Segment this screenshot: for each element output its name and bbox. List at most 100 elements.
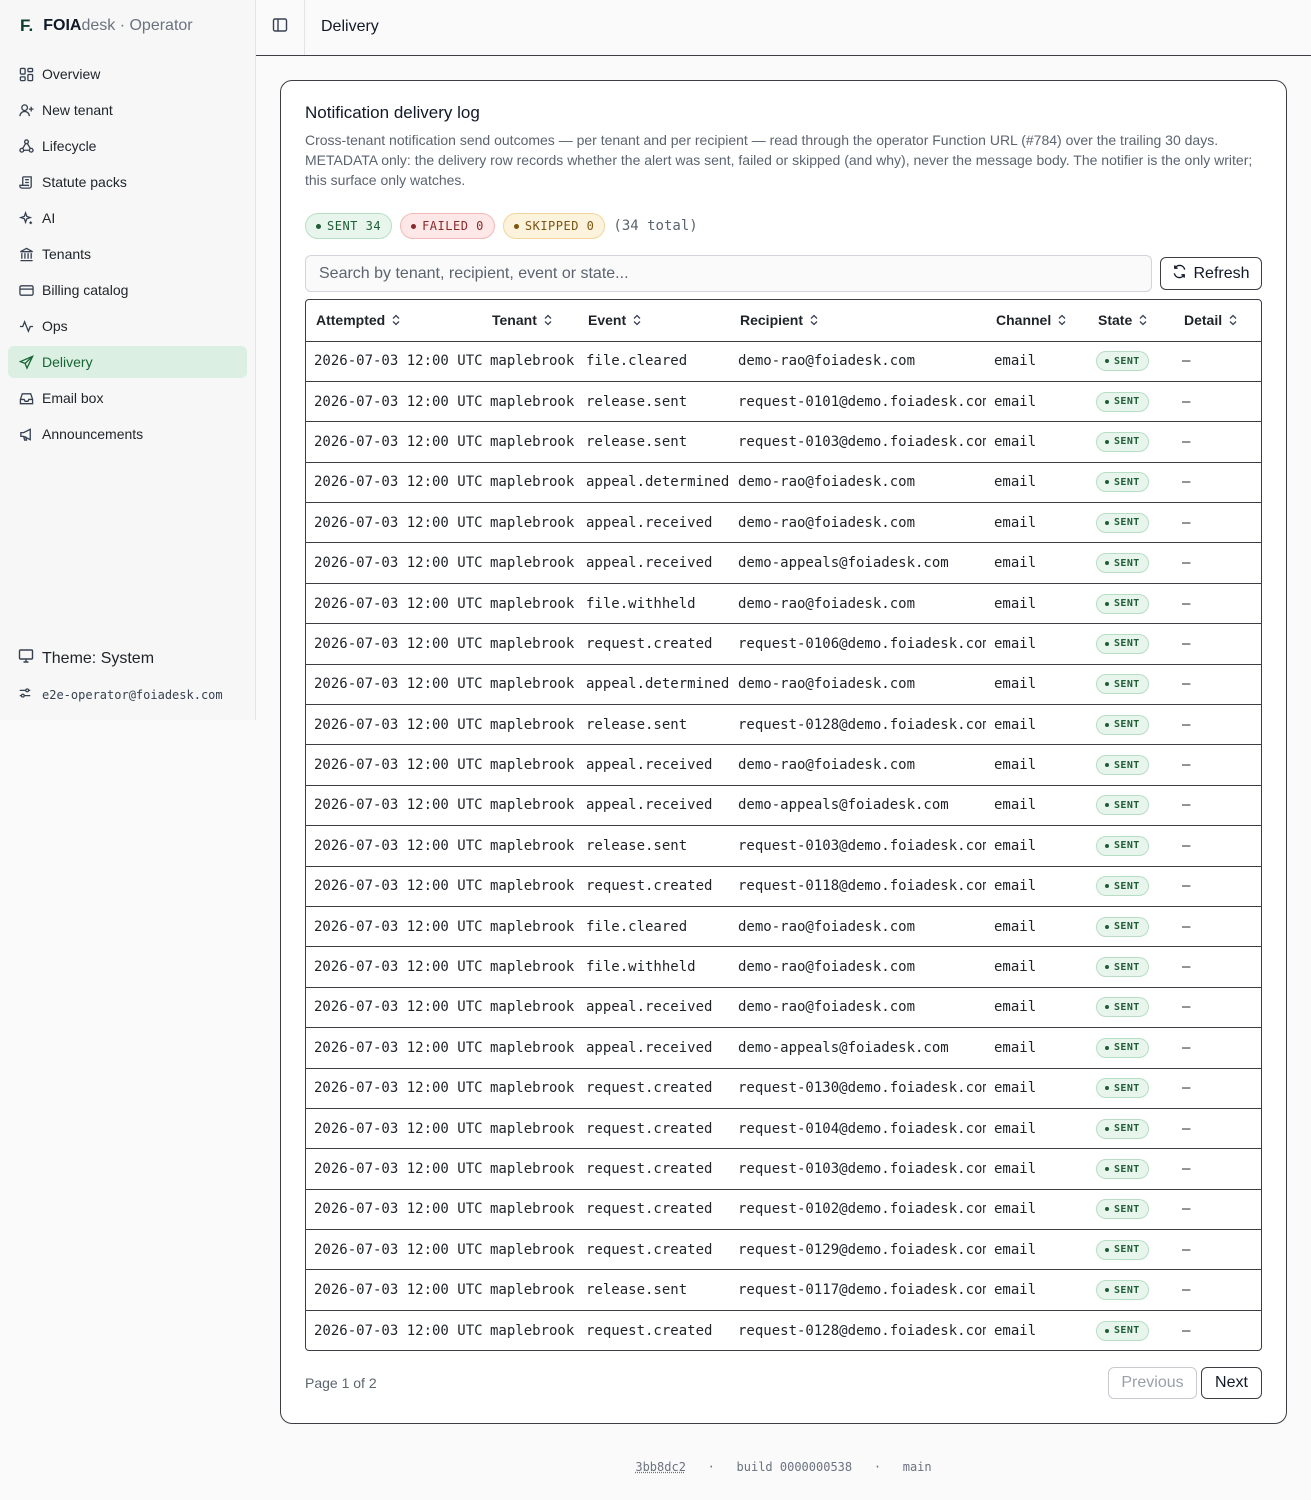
column-header-event[interactable]: Event <box>578 300 730 342</box>
cell-event: request.created <box>578 866 730 907</box>
previous-button[interactable]: Previous <box>1108 1367 1197 1399</box>
cell-state: SENT <box>1088 946 1174 988</box>
table-row[interactable]: 2026-07-03 12:00 UTC maplebrook request.cr… <box>306 1189 1261 1231</box>
sidebar-item-ops[interactable]: Ops <box>8 310 247 342</box>
cell-recipient: request-0117@demo.foiadesk.com <box>730 1269 986 1311</box>
cell-state: SENT <box>1088 1148 1174 1190</box>
table-row[interactable]: 2026-07-03 12:00 UTC maplebrook release.se… <box>306 381 1261 423</box>
sidebar-item-delivery[interactable]: Delivery <box>8 346 247 378</box>
cell-channel: email <box>986 542 1088 584</box>
cell-detail: — <box>1174 1189 1261 1231</box>
cell-recipient: demo-rao@foiadesk.com <box>730 583 986 625</box>
sidebar-item-label: Tenants <box>42 246 92 262</box>
table-row[interactable]: 2026-07-03 12:00 UTC maplebrook release.se… <box>306 704 1261 746</box>
sidebar-item-ai[interactable]: AI <box>8 202 247 234</box>
sidebar-item-announcements[interactable]: Announcements <box>8 418 247 450</box>
cell-attempted: 2026-07-03 12:00 UTC <box>306 1269 482 1311</box>
dot-icon <box>1105 1167 1109 1171</box>
state-badge: SENT <box>1096 755 1149 776</box>
table-row[interactable]: 2026-07-03 12:00 UTC maplebrook request.cr… <box>306 1148 1261 1190</box>
table-row[interactable]: 2026-07-03 12:00 UTC maplebrook request.cr… <box>306 1108 1261 1150</box>
column-header-tenant[interactable]: Tenant <box>482 300 578 342</box>
cell-detail: — <box>1174 704 1261 746</box>
dot-icon <box>1105 399 1109 404</box>
sent-count-badge[interactable]: SENT 34 <box>305 213 393 239</box>
table-row[interactable]: 2026-07-03 12:00 UTC maplebrook file.withh… <box>306 583 1261 625</box>
dot-icon <box>1105 1126 1109 1131</box>
table-row[interactable]: 2026-07-03 12:00 UTC maplebrook appeal.rec… <box>306 785 1261 827</box>
table-row[interactable]: 2026-07-03 12:00 UTC maplebrook release.se… <box>306 1269 1261 1311</box>
sidebar-item-billing-catalog[interactable]: Billing catalog <box>8 274 247 306</box>
cell-state: SENT <box>1088 583 1174 625</box>
cell-event: appeal.received <box>578 502 730 544</box>
table-row[interactable]: 2026-07-03 12:00 UTC maplebrook appeal.det… <box>306 664 1261 706</box>
sidebar-item-overview[interactable]: Overview <box>8 58 247 90</box>
table-row[interactable]: 2026-07-03 12:00 UTC maplebrook request.cr… <box>306 866 1261 907</box>
cell-attempted: 2026-07-03 12:00 UTC <box>306 1108 482 1150</box>
table-row[interactable]: 2026-07-03 12:00 UTC maplebrook request.cr… <box>306 1310 1261 1350</box>
cell-state: SENT <box>1088 906 1174 948</box>
cell-event: release.sent <box>578 704 730 746</box>
state-badge: SENT <box>1096 1159 1149 1179</box>
table-row[interactable]: 2026-07-03 12:00 UTC maplebrook appeal.rec… <box>306 1027 1261 1069</box>
sidebar-item-lifecycle[interactable]: Lifecycle <box>8 130 247 162</box>
grid-icon <box>18 66 34 82</box>
cell-event: appeal.received <box>578 1027 730 1069</box>
skipped-count-badge[interactable]: SKIPPED 0 <box>502 213 606 239</box>
card-description: Cross-tenant notification send outcomes … <box>305 132 1253 188</box>
table-row[interactable]: 2026-07-03 12:00 UTC maplebrook request.cr… <box>306 1068 1261 1109</box>
column-header-channel[interactable]: Channel <box>986 300 1088 342</box>
table-row[interactable]: 2026-07-03 12:00 UTC maplebrook file.withh… <box>306 946 1261 988</box>
cell-tenant: maplebrook <box>482 1027 578 1069</box>
cell-state: SENT <box>1088 1027 1174 1069</box>
theme-switcher[interactable]: Theme: System <box>18 648 154 669</box>
table-row[interactable]: 2026-07-03 12:00 UTC maplebrook request.cr… <box>306 1229 1261 1271</box>
cell-state: SENT <box>1088 623 1174 665</box>
user-plus-icon <box>18 102 34 118</box>
cell-state: SENT <box>1088 542 1174 584</box>
cell-state: SENT <box>1088 421 1174 463</box>
sidebar-toggle-button[interactable] <box>256 0 305 55</box>
column-header-state[interactable]: State <box>1088 300 1174 342</box>
table-row[interactable]: 2026-07-03 12:00 UTC maplebrook request.cr… <box>306 623 1261 665</box>
sort-icon <box>543 313 553 329</box>
table-row[interactable]: 2026-07-03 12:00 UTC maplebrook appeal.rec… <box>306 744 1261 786</box>
table-row[interactable]: 2026-07-03 12:00 UTC maplebrook appeal.rec… <box>306 502 1261 544</box>
sidebar-item-label: Delivery <box>42 354 93 370</box>
table-row[interactable]: 2026-07-03 12:00 UTC maplebrook appeal.rec… <box>306 542 1261 584</box>
sidebar-item-statute-packs[interactable]: Statute packs <box>8 166 247 198</box>
cell-event: request.created <box>586 1322 713 1339</box>
next-button[interactable]: Next <box>1201 1367 1262 1399</box>
cell-tenant: maplebrook <box>482 341 578 382</box>
failed-count-badge[interactable]: FAILED 0 <box>400 213 495 239</box>
refresh-label: Refresh <box>1193 264 1250 282</box>
cell-state: SENT <box>1088 987 1174 1029</box>
commit-hash-link[interactable]: 3bb8dc2 <box>635 1460 686 1474</box>
sidebar-item-email-box[interactable]: Email box <box>8 382 247 414</box>
brand[interactable]: F. FOIAdesk · Operator <box>20 14 193 38</box>
table-row[interactable]: 2026-07-03 12:00 UTC maplebrook file.clear… <box>306 341 1261 382</box>
cell-recipient: request-0130@demo.foiadesk.com <box>730 1068 986 1109</box>
cell-event: appeal.received <box>578 542 730 584</box>
sidebar-item-new-tenant[interactable]: New tenant <box>8 94 247 126</box>
dot-icon <box>1105 1005 1109 1010</box>
table-row[interactable]: 2026-07-03 12:00 UTC maplebrook appeal.det… <box>306 462 1261 504</box>
search-input[interactable] <box>305 255 1152 292</box>
cell-recipient: request-0101@demo.foiadesk.com <box>730 381 986 423</box>
sidebar-item-tenants[interactable]: Tenants <box>8 238 247 270</box>
column-header-recipient[interactable]: Recipient <box>730 300 986 342</box>
column-header-attempted[interactable]: Attempted <box>306 300 482 342</box>
cell-tenant: maplebrook <box>482 785 578 827</box>
table-row[interactable]: 2026-07-03 12:00 UTC maplebrook appeal.rec… <box>306 987 1261 1029</box>
cell-detail: — <box>1174 664 1261 706</box>
table-row[interactable]: 2026-07-03 12:00 UTC maplebrook release.se… <box>306 825 1261 867</box>
sort-icon <box>809 313 819 329</box>
user-account[interactable]: e2e-operator@foiadesk.com <box>18 686 223 703</box>
table-row[interactable]: 2026-07-03 12:00 UTC maplebrook file.clear… <box>306 906 1261 948</box>
sidebar: F. FOIAdesk · Operator Overview New tena… <box>0 0 256 720</box>
refresh-button[interactable]: Refresh <box>1160 257 1262 290</box>
cell-state: SENT <box>1088 866 1174 907</box>
table-row[interactable]: 2026-07-03 12:00 UTC maplebrook release.se… <box>306 421 1261 463</box>
column-header-detail[interactable]: Detail <box>1174 300 1261 342</box>
dot-icon <box>316 223 321 229</box>
